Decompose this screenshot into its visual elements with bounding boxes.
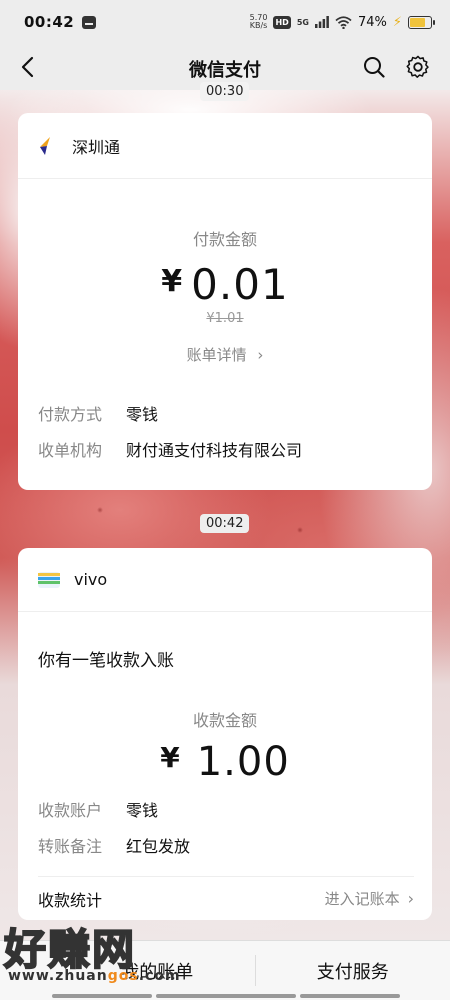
status-time: 00:42 xyxy=(24,13,75,31)
payment-services-label: 支付服务 xyxy=(316,961,389,983)
currency-symbol: ¥ xyxy=(161,264,184,299)
detail-value: 零钱 xyxy=(126,801,159,820)
payment-card[interactable]: 深圳通 付款金额 ¥0.01 ¥1.01 账单详情 › 付款方式 零钱 收单机构… xyxy=(18,113,432,490)
detail-row: 转账备注 红包发放 xyxy=(18,827,432,863)
battery-percent: 74% xyxy=(357,14,387,30)
home-indicator xyxy=(52,994,152,998)
my-bills-tab[interactable]: 我的账单 xyxy=(0,941,255,1000)
merchant-name: 深圳通 xyxy=(72,137,121,157)
detail-row: 收单机构 财付通支付科技有限公司 xyxy=(18,431,432,467)
my-bills-label: 我的账单 xyxy=(121,961,194,983)
search-button[interactable] xyxy=(358,50,390,84)
charging-bolt-icon: ⚡ xyxy=(392,14,402,30)
home-indicator xyxy=(156,994,296,998)
chevron-right-icon: › xyxy=(257,346,264,364)
search-icon xyxy=(364,57,385,78)
battery-icon xyxy=(408,15,435,29)
cellular-signal-icon xyxy=(314,16,329,28)
message-time-2: 00:42 xyxy=(200,514,250,533)
amount-display: ¥1.00 xyxy=(18,739,432,785)
detail-key: 付款方式 xyxy=(38,405,103,424)
wifi-icon xyxy=(335,15,352,29)
detail-key: 收单机构 xyxy=(38,441,103,460)
detail-rows: 收款账户 零钱 转账备注 红包发放 xyxy=(18,791,432,863)
chevron-right-icon: › xyxy=(407,889,414,908)
amount-display: ¥0.01 xyxy=(18,260,432,309)
receipt-stats-label: 收款统计 xyxy=(38,890,103,910)
amount-value: 1.00 xyxy=(196,739,290,785)
payment-services-tab[interactable]: 支付服务 xyxy=(256,941,450,1000)
hd-badge: HD xyxy=(273,15,291,29)
network-speed-unit: KB/s xyxy=(249,21,268,30)
card-header: 深圳通 xyxy=(18,113,432,179)
amount-label: 收款金额 xyxy=(192,711,257,730)
detail-key: 转账备注 xyxy=(38,837,103,856)
amount-label: 付款金额 xyxy=(192,230,257,249)
wallet-icon xyxy=(38,571,60,588)
settings-button[interactable] xyxy=(402,50,434,84)
status-bar: 00:42 5.70 KB/s HD 5G 74% ⚡ xyxy=(0,0,450,44)
merchant-name: vivo xyxy=(74,570,108,589)
ledger-row[interactable]: 收款统计 进入记账本 › xyxy=(38,876,414,920)
detail-key: 收款账户 xyxy=(38,801,103,820)
detail-value: 财付通支付科技有限公司 xyxy=(126,441,303,460)
original-amount: ¥1.01 xyxy=(206,311,244,326)
bill-detail-link[interactable]: 账单详情 › xyxy=(18,344,432,365)
detail-value: 零钱 xyxy=(126,405,159,424)
network-speed: 5.70 KB/s xyxy=(250,14,268,30)
message-time-1: 00:30 xyxy=(200,82,250,101)
home-indicator xyxy=(300,994,400,998)
currency-symbol: ¥ xyxy=(160,741,181,774)
receipt-headline: 你有一笔收款入账 xyxy=(38,651,174,671)
message-notification-icon xyxy=(82,15,97,29)
card-header: vivo xyxy=(18,548,432,612)
detail-row: 收款账户 零钱 xyxy=(18,791,432,827)
gear-icon xyxy=(406,55,429,78)
bill-detail-label: 账单详情 xyxy=(186,346,247,364)
open-ledger-label: 进入记账本 xyxy=(324,890,400,908)
detail-value: 红包发放 xyxy=(126,837,191,856)
detail-row: 付款方式 零钱 xyxy=(18,395,432,431)
detail-rows: 付款方式 零钱 收单机构 财付通支付科技有限公司 xyxy=(18,395,432,467)
signal-5g-badge: 5G xyxy=(296,17,309,27)
status-indicators: 5.70 KB/s HD 5G 74% ⚡ xyxy=(250,14,435,30)
amount-value: 0.01 xyxy=(191,260,289,309)
receipt-card[interactable]: vivo 你有一笔收款入账 收款金额 ¥1.00 收款账户 零钱 转账备注 红包… xyxy=(18,548,432,920)
shenzhentong-logo-icon xyxy=(40,136,56,155)
bottom-bar: 我的账单 支付服务 xyxy=(0,940,450,1000)
